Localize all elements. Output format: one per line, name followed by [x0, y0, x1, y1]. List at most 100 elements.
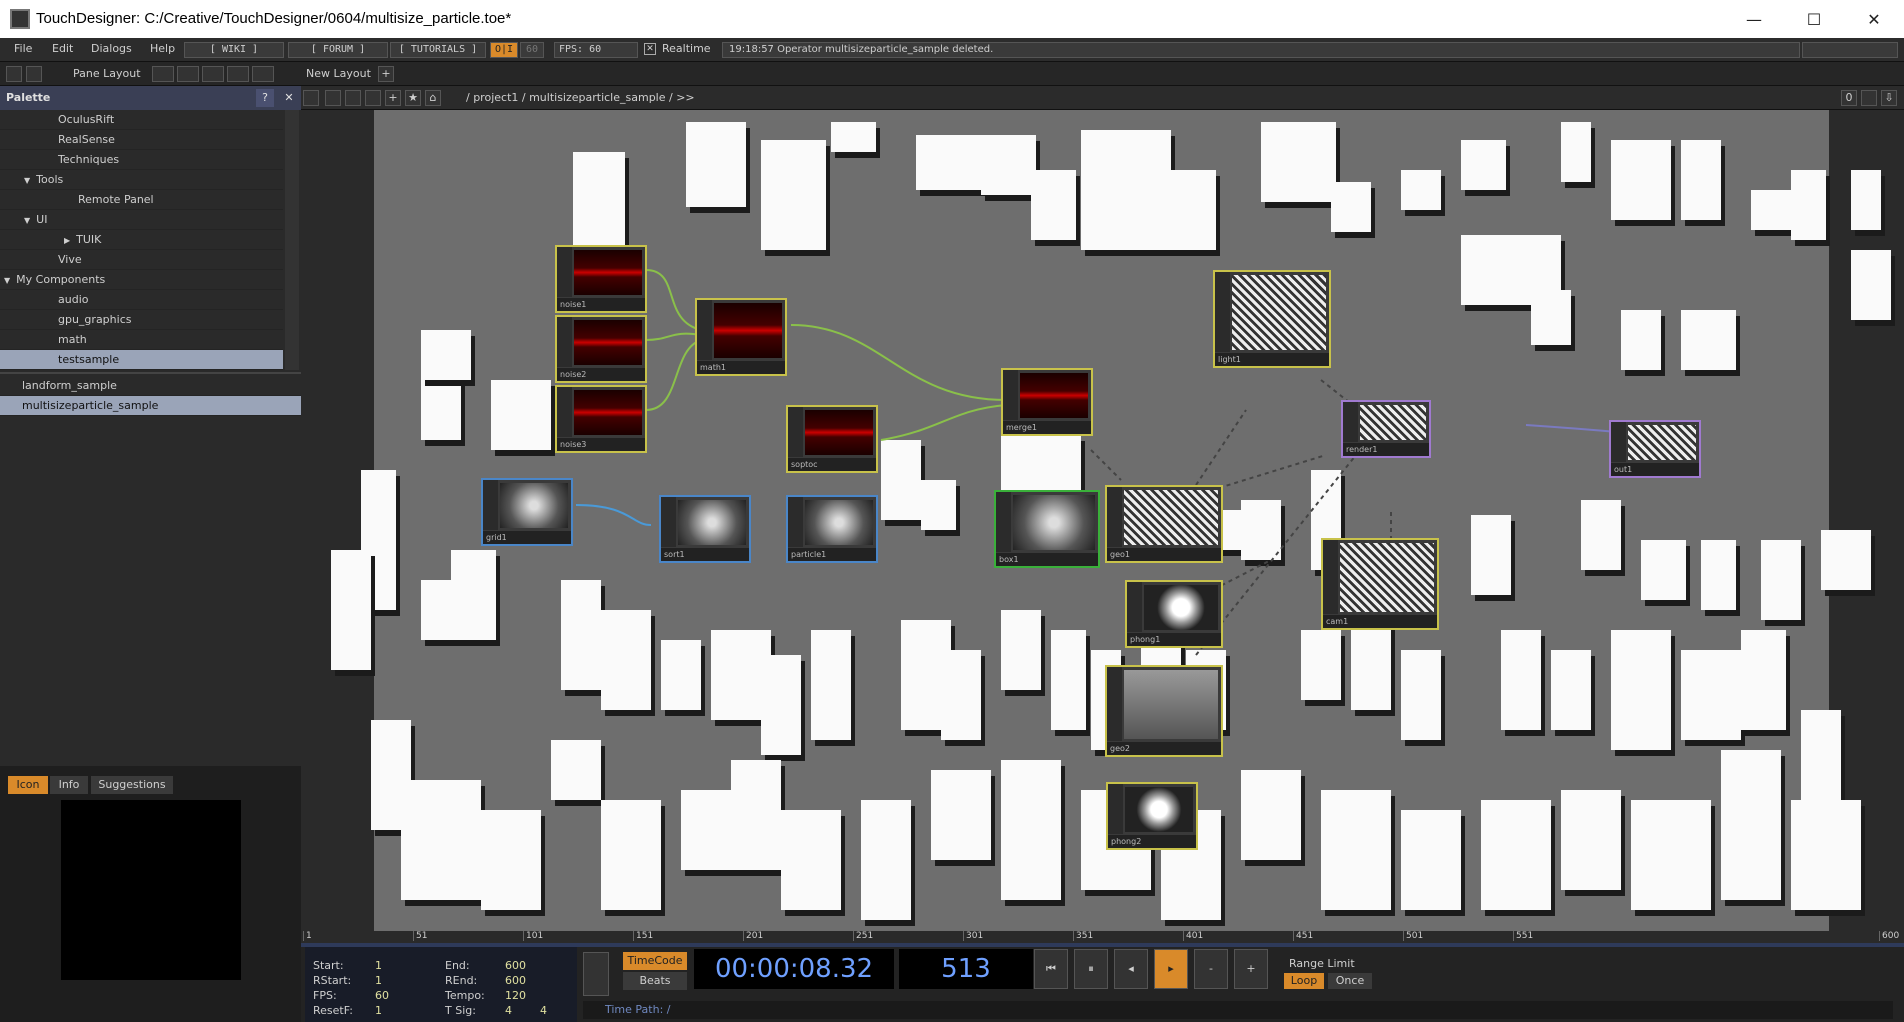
node-light1[interactable]: light1 — [1213, 270, 1331, 368]
timeline-handle[interactable] — [583, 952, 609, 996]
node-flag-strip[interactable] — [1611, 422, 1626, 462]
node-flag-strip[interactable] — [1215, 272, 1230, 352]
rstart-value[interactable]: 1 — [375, 974, 382, 987]
menu-edit[interactable]: Edit — [52, 42, 73, 55]
pause-button[interactable]: ⏸ — [1074, 949, 1108, 989]
expand-right-icon[interactable]: ▶ — [64, 236, 70, 245]
menu-dialogs[interactable]: Dialogs — [91, 42, 132, 55]
palette-item[interactable]: RealSense — [0, 130, 283, 150]
minimize-button[interactable]: — — [1725, 0, 1783, 38]
pane-layout-triple[interactable] — [252, 66, 274, 82]
loop-button[interactable]: Loop — [1284, 973, 1324, 989]
add-button[interactable]: + — [385, 90, 401, 106]
realtime-checkbox[interactable]: ✕ — [644, 43, 656, 55]
palette-item[interactable]: audio — [0, 290, 283, 310]
once-button[interactable]: Once — [1328, 973, 1372, 989]
step-plus-button[interactable]: + — [1234, 949, 1268, 989]
palette-item[interactable]: math — [0, 330, 283, 350]
component-landform[interactable]: landform_sample — [0, 376, 301, 396]
forward-button[interactable] — [365, 90, 381, 106]
palette-item[interactable]: ▼ My Components — [0, 270, 283, 290]
node-flag-strip[interactable] — [1127, 582, 1142, 632]
network-editor[interactable]: noise1 noise2 noise3 math1 merge1 soptoc grid1… — [301, 110, 1904, 931]
end-value[interactable]: 600 — [505, 959, 526, 972]
resetf-value[interactable]: 1 — [375, 1004, 382, 1017]
start-value[interactable]: 1 — [375, 959, 382, 972]
node-flag-strip[interactable] — [557, 317, 572, 367]
node-flag-strip[interactable] — [483, 480, 498, 530]
node-geo2[interactable]: geo2 — [1105, 665, 1223, 757]
palette-item[interactable]: Techniques — [0, 150, 283, 170]
node-box1[interactable]: box1 — [994, 490, 1100, 568]
forum-button[interactable]: [ FORUM ] — [288, 42, 388, 58]
node-sort1[interactable]: sort1 — [659, 495, 751, 563]
layout-icon-1[interactable] — [6, 66, 22, 82]
component-multisizeparticle[interactable]: multisizeparticle_sample — [0, 396, 301, 416]
path-menu-button[interactable] — [303, 90, 319, 106]
pane-layout-split-v[interactable] — [177, 66, 199, 82]
pane-layout-quad[interactable] — [227, 66, 249, 82]
time-path[interactable]: Time Path: / — [583, 1001, 1893, 1019]
beats-button[interactable]: Beats — [623, 972, 687, 990]
tsig-b-value[interactable]: 4 — [540, 1004, 547, 1017]
step-minus-button[interactable]: - — [1194, 949, 1228, 989]
node-geo1[interactable]: geo1 — [1105, 485, 1223, 563]
timecode-button[interactable]: TimeCode — [623, 952, 687, 970]
palette-item[interactable]: ▼ UI — [0, 210, 283, 230]
path-breadcrumb[interactable]: / project1 / multisizeparticle_sample / … — [466, 91, 695, 104]
maximize-button[interactable]: ☐ — [1785, 0, 1843, 38]
node-grid1[interactable]: grid1 — [481, 478, 573, 546]
node-flag-strip[interactable] — [1107, 487, 1122, 547]
menu-file[interactable]: File — [14, 42, 32, 55]
maximize-pane-button[interactable] — [1861, 90, 1877, 106]
palette-item[interactable]: Remote Panel — [0, 190, 283, 210]
tutorials-button[interactable]: [ TUTORIALS ] — [390, 42, 486, 58]
menu-help[interactable]: Help — [150, 42, 175, 55]
frame-display[interactable]: 513 — [899, 949, 1033, 989]
node-flag-strip[interactable] — [661, 497, 676, 547]
palette-item[interactable]: gpu_graphics — [0, 310, 283, 330]
palette-close-button[interactable]: ✕ — [280, 89, 298, 107]
expand-down-icon[interactable]: ▼ — [4, 276, 10, 285]
node-flag-strip[interactable] — [557, 247, 572, 297]
node-flag-strip[interactable] — [1343, 402, 1358, 442]
node-soptoc[interactable]: soptoc — [786, 405, 878, 473]
tsig-a-value[interactable]: 4 — [505, 1004, 512, 1017]
close-button[interactable]: ✕ — [1845, 0, 1903, 38]
palette-item[interactable]: Vive — [0, 250, 283, 270]
node-flag-strip[interactable] — [788, 407, 803, 457]
layout-icon-2[interactable] — [26, 66, 42, 82]
node-noise2[interactable]: noise2 — [555, 315, 647, 383]
timecode-display[interactable]: 00:00:08.32 — [694, 949, 894, 989]
step-back-button[interactable]: ◂ — [1114, 949, 1148, 989]
wiki-button[interactable]: [ WIKI ] — [184, 42, 284, 58]
tab-info[interactable]: Info — [50, 776, 88, 794]
node-noise3[interactable]: noise3 — [555, 385, 647, 453]
pane-layout-split-h[interactable] — [202, 66, 224, 82]
palette-item[interactable]: ▶ TUIK — [0, 230, 283, 250]
home-icon[interactable]: ⌂ — [425, 90, 441, 106]
node-phong1[interactable]: phong1 — [1125, 580, 1223, 648]
palette-help-button[interactable]: ? — [256, 89, 274, 107]
palette-item[interactable]: ▼ Tools — [0, 170, 283, 190]
tab-icon[interactable]: Icon — [8, 776, 48, 794]
rend-value[interactable]: 600 — [505, 974, 526, 987]
node-flag-strip[interactable] — [996, 492, 1011, 552]
play-button[interactable]: ▸ — [1154, 949, 1188, 989]
palette-item[interactable]: OculusRift — [0, 110, 283, 130]
pane-layout-single[interactable] — [152, 66, 174, 82]
oi-toggle[interactable]: O|I — [490, 42, 518, 58]
expand-down-icon[interactable]: ▼ — [24, 216, 30, 225]
tab-suggestions[interactable]: Suggestions — [91, 776, 173, 794]
node-flag-strip[interactable] — [788, 497, 803, 547]
fps-value[interactable]: 60 — [375, 989, 389, 1002]
download-icon[interactable]: ⇩ — [1881, 90, 1897, 106]
new-layout-add-button[interactable]: + — [378, 66, 394, 82]
node-math1[interactable]: math1 — [695, 298, 787, 376]
timeline-ruler[interactable]: 1 51 101 151 201 251 301 351 401 451 501 551 600 — [301, 931, 1904, 947]
tempo-value[interactable]: 120 — [505, 989, 526, 1002]
node-merge1[interactable]: merge1 — [1001, 368, 1093, 436]
node-render1[interactable]: render1 — [1341, 400, 1431, 458]
palette-item[interactable]: testsample — [0, 350, 283, 370]
node-particle1[interactable]: particle1 — [786, 495, 878, 563]
